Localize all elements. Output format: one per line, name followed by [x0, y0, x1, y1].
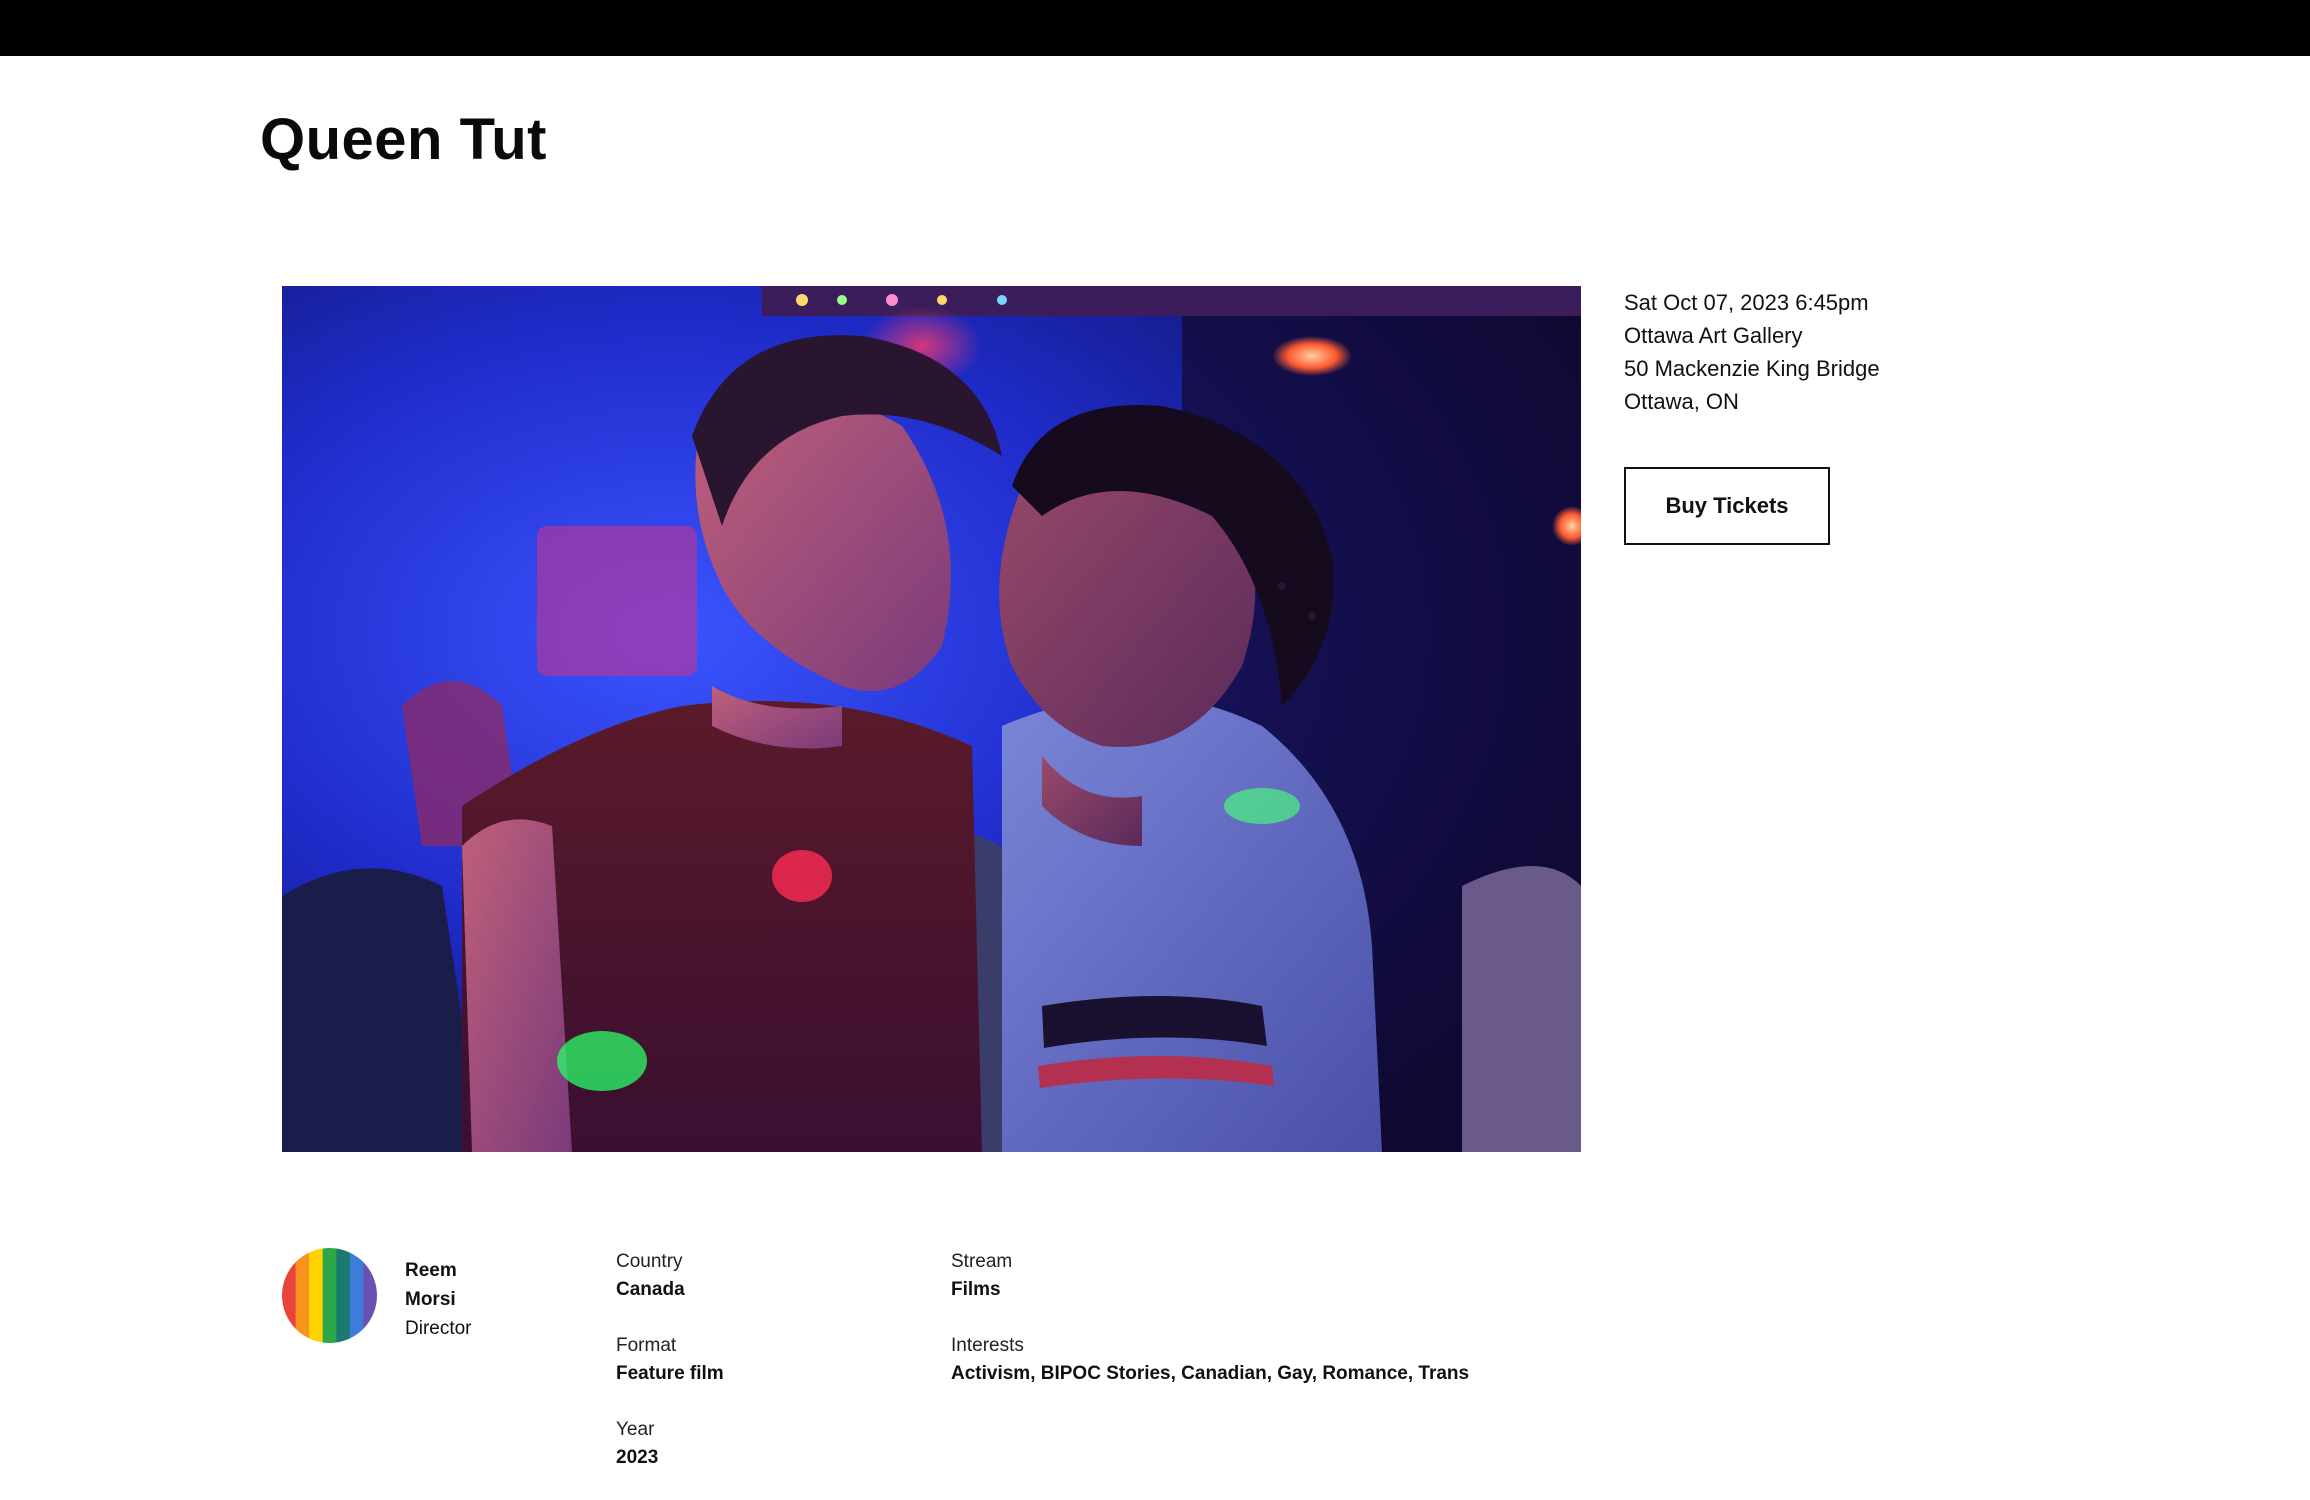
format-value: Feature film	[616, 1363, 724, 1384]
year-label: Year	[616, 1419, 655, 1440]
avatar-stripe	[322, 1248, 337, 1343]
format-field: Format Feature film	[616, 1332, 724, 1388]
avatar-stripe	[282, 1248, 297, 1343]
buy-tickets-button[interactable]: Buy Tickets	[1624, 467, 1830, 545]
country-value: Canada	[616, 1279, 685, 1300]
event-datetime: Sat Oct 07, 2023 6:45pm	[1624, 290, 1869, 315]
event-address: 50 Mackenzie King Bridge	[1624, 356, 1880, 381]
avatar-stripe	[363, 1248, 377, 1343]
interests-value[interactable]: Activism, BIPOC Stories, Canadian, Gay, …	[951, 1360, 1469, 1388]
director-last-name: Morsi	[405, 1289, 456, 1310]
director-avatar	[282, 1248, 377, 1343]
country-label: Country	[616, 1251, 683, 1272]
interests-field: Interests Activism, BIPOC Stories, Canad…	[951, 1332, 1469, 1388]
stream-label: Stream	[951, 1251, 1013, 1272]
event-city: Ottawa, ON	[1624, 389, 1739, 414]
event-venue: Ottawa Art Gallery	[1624, 323, 1803, 348]
film-still-image	[282, 286, 1581, 1152]
year-field: Year 2023	[616, 1416, 658, 1472]
country-field: Country Canada	[616, 1248, 685, 1304]
avatar-stripe	[309, 1248, 324, 1343]
director-role: Director	[405, 1318, 472, 1339]
stream-field: Stream Films	[951, 1248, 1012, 1304]
event-details: Sat Oct 07, 2023 6:45pm Ottawa Art Galle…	[1624, 286, 1880, 418]
avatar-stripe	[349, 1248, 364, 1343]
avatar-stripe	[295, 1248, 310, 1343]
format-label: Format	[616, 1335, 677, 1356]
interests-label: Interests	[951, 1335, 1024, 1356]
avatar-stripe	[336, 1248, 351, 1343]
page-title: Queen Tut	[260, 107, 547, 172]
director-first-name: Reem	[405, 1260, 457, 1281]
stream-value[interactable]: Films	[951, 1276, 1012, 1304]
top-navigation-bar	[0, 0, 2310, 56]
year-value: 2023	[616, 1447, 659, 1468]
